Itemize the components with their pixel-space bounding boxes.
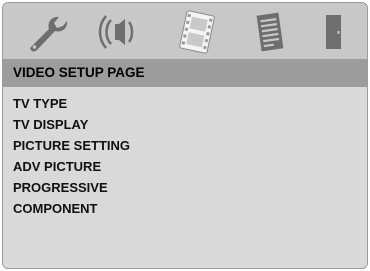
menu-item-component[interactable]: COMPONENT [13, 201, 98, 217]
menu-item-progressive[interactable]: PROGRESSIVE [13, 180, 108, 196]
menu-item-picture-setting[interactable]: PICTURE SETTING [13, 138, 130, 154]
setup-tab-bar [3, 3, 367, 59]
menu-item-tv-type[interactable]: TV TYPE [13, 96, 67, 112]
tab-audio[interactable] [93, 9, 147, 55]
film-icon [167, 9, 227, 55]
menu-item-tv-display[interactable]: TV DISPLAY [13, 117, 88, 133]
wrench-icon [21, 9, 75, 55]
speaker-icon [93, 9, 147, 55]
tab-preference[interactable] [243, 9, 297, 55]
tab-exit[interactable] [313, 9, 353, 55]
setup-menu-panel: VIDEO SETUP PAGE TV TYPE TV DISPLAY PICT… [2, 2, 368, 269]
setup-menu-list: TV TYPE TV DISPLAY PICTURE SETTING ADV P… [3, 87, 367, 268]
tab-general[interactable] [21, 9, 75, 55]
menu-item-adv-picture[interactable]: ADV PICTURE [13, 159, 101, 175]
door-icon [313, 9, 353, 55]
page-title: VIDEO SETUP PAGE [3, 59, 367, 87]
document-icon [243, 9, 297, 55]
tab-video[interactable] [167, 9, 227, 55]
